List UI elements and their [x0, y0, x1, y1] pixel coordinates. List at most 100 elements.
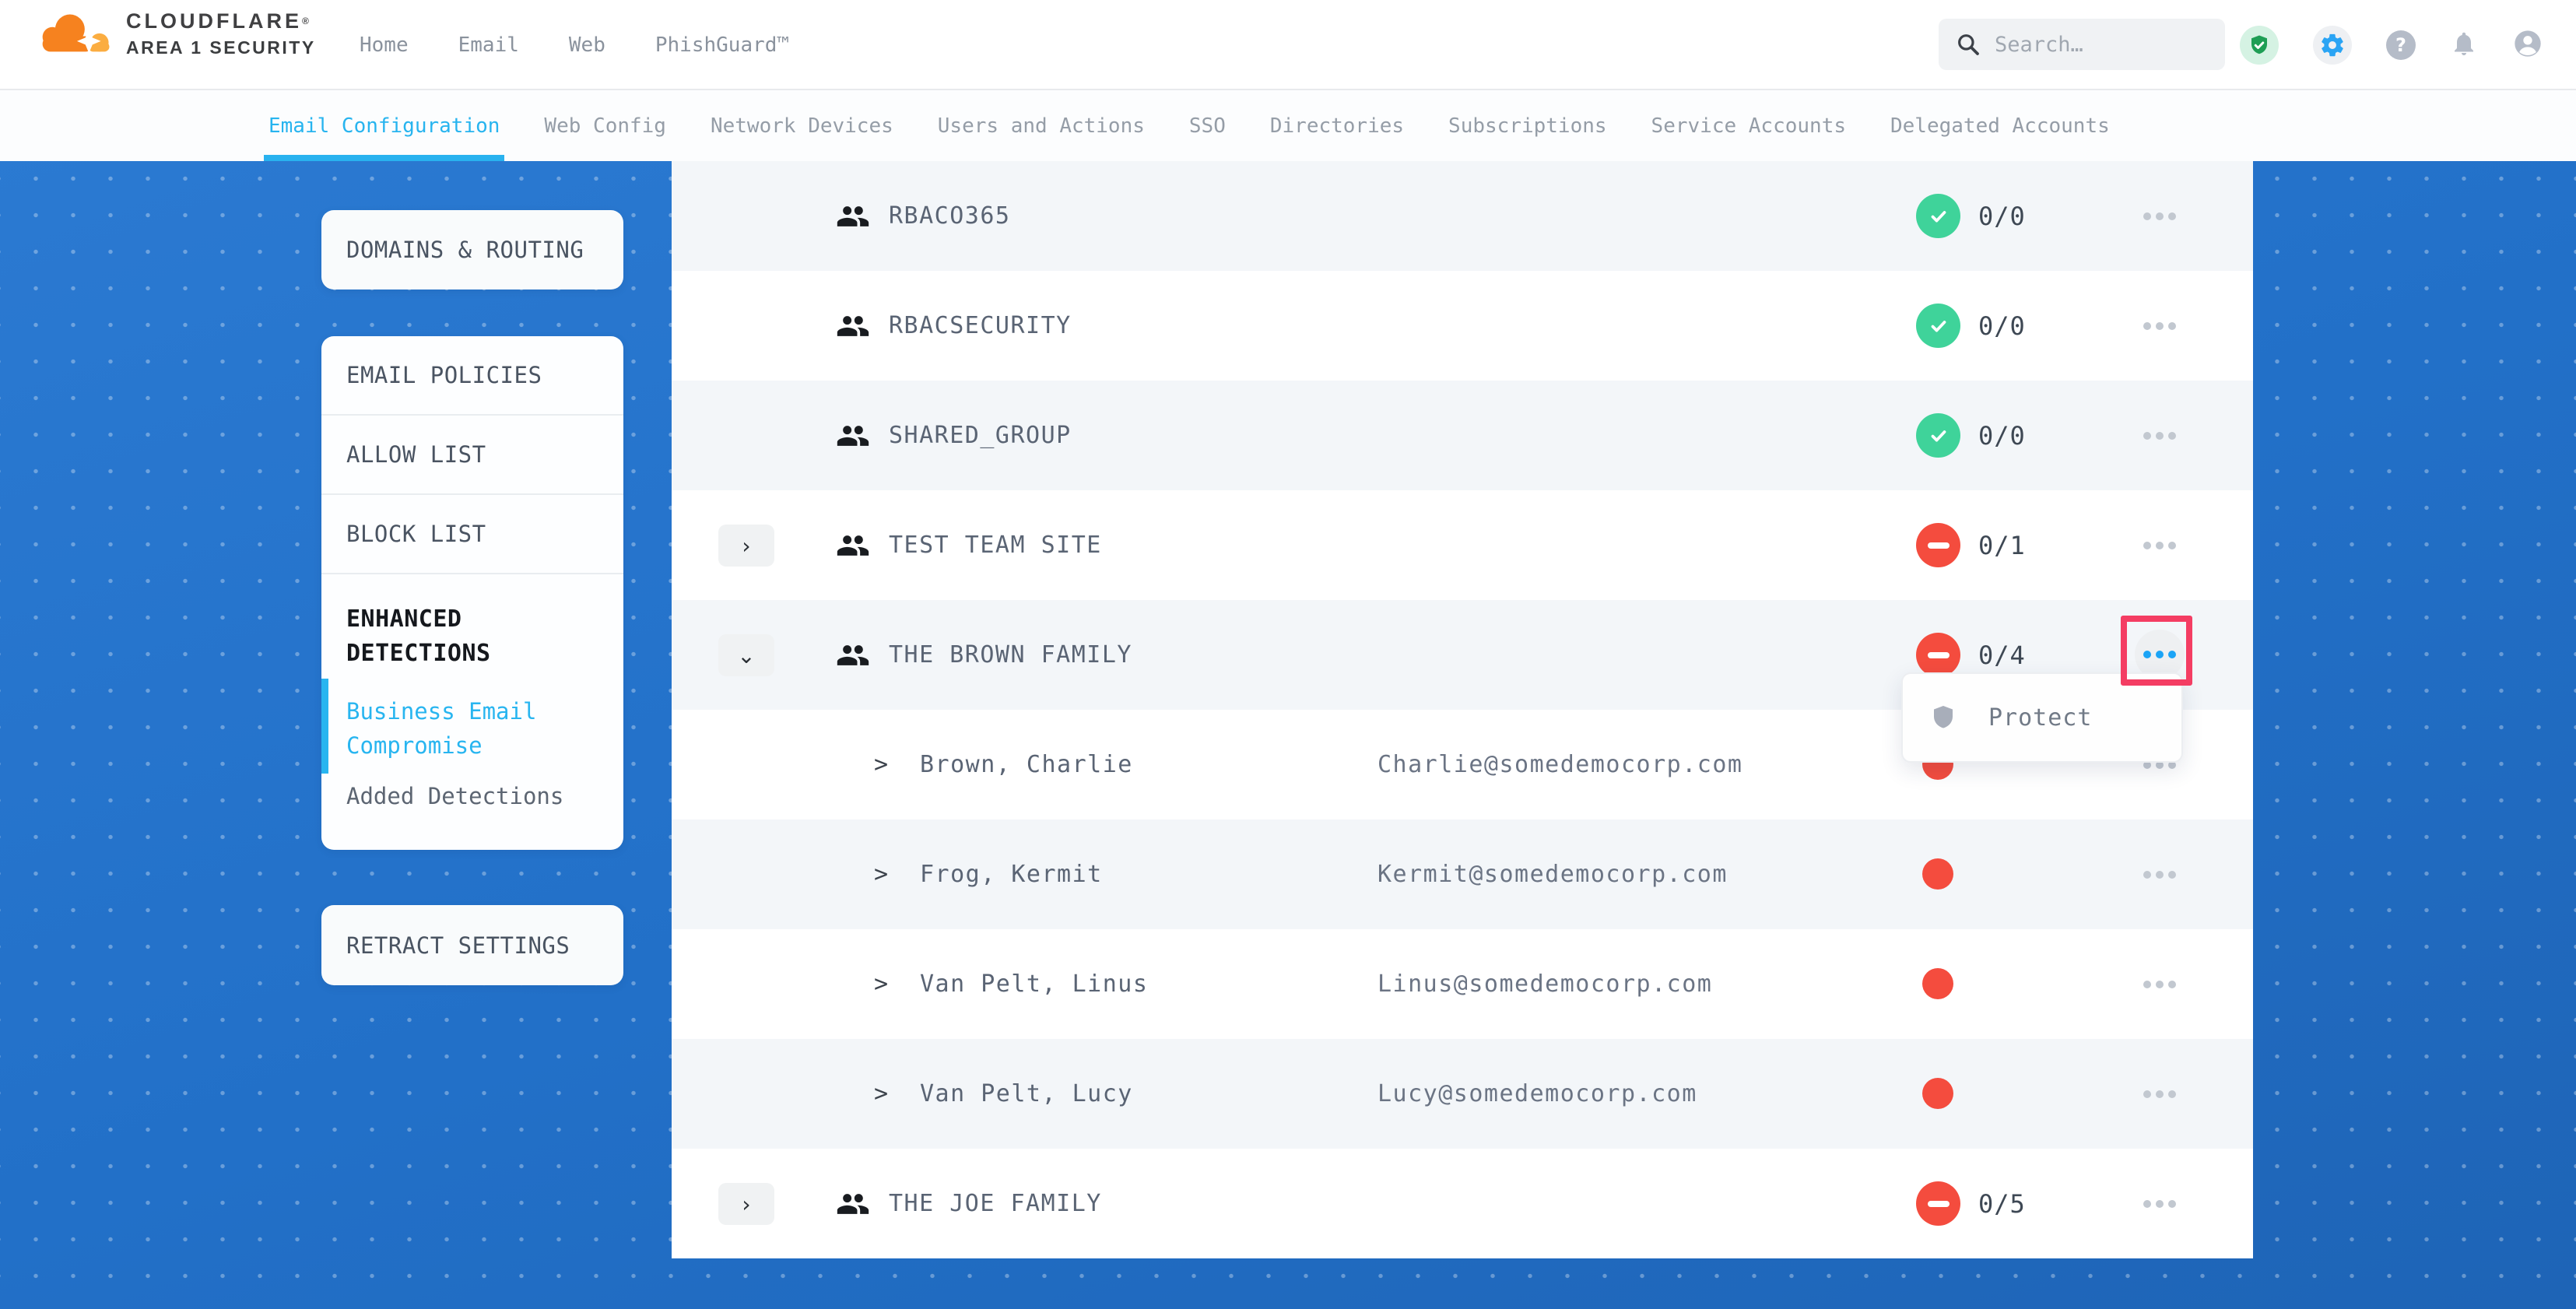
search-icon [1956, 32, 1981, 57]
context-menu-item-label[interactable]: Protect [1988, 704, 2092, 732]
bell-icon[interactable] [2450, 30, 2478, 61]
nav-item-email[interactable]: Email [458, 33, 519, 57]
tab-email-configuration[interactable]: Email Configuration [268, 90, 500, 161]
row-actions-menu-button[interactable] [2135, 819, 2185, 929]
member-chevron-icon: > [874, 1039, 888, 1149]
group-icon [836, 1187, 870, 1221]
row-actions-menu-button[interactable] [2135, 161, 2185, 271]
group-name: RBACSECURITY [889, 271, 1072, 381]
header-status-icons: ? [2240, 0, 2543, 90]
row-actions-menu-button[interactable] [2135, 929, 2185, 1039]
sidebar-item-domains-routing[interactable]: DOMAINS & ROUTING [321, 210, 623, 290]
status-blocked-icon [1916, 633, 1960, 677]
sidebar-section-enhanced-detections: ENHANCED DETECTIONS Business Email Compr… [321, 574, 623, 840]
table-row-test-team-site: › TEST TEAM SITE 0/1 [672, 490, 2253, 600]
member-name: Frog, Kermit [920, 819, 1103, 929]
group-name: THE JOE FAMILY [889, 1149, 1102, 1258]
group-icon [836, 419, 870, 453]
protection-count: 0/0 [1978, 381, 2026, 490]
expand-button[interactable]: › [718, 525, 774, 567]
context-menu-protect[interactable]: Protect [1901, 672, 2183, 763]
enhanced-detections-title: ENHANCED DETECTIONS [346, 602, 598, 671]
help-icon[interactable]: ? [2386, 30, 2416, 60]
protection-count: 0/5 [1978, 1149, 2026, 1258]
status-dot-icon [1922, 858, 1953, 890]
group-name: SHARED_GROUP [889, 381, 1072, 490]
protection-count: 0/0 [1978, 161, 2026, 271]
protection-count: 0/0 [1978, 271, 2026, 381]
row-actions-menu-button[interactable] [2135, 490, 2185, 600]
sidebar-item-email-policies[interactable]: EMAIL POLICIES [321, 336, 623, 416]
sidebar-card-domains-routing[interactable]: DOMAINS & ROUTING [321, 210, 623, 290]
registered-mark: ® [302, 16, 309, 26]
expand-button[interactable]: › [718, 1183, 774, 1225]
table-row-van-pelt-lucy: > Van Pelt, Lucy Lucy@somedemocorp.com [672, 1039, 2253, 1149]
member-chevron-icon: > [874, 929, 888, 1039]
search-box[interactable] [1939, 19, 2225, 70]
status-dot-icon [1922, 1078, 1953, 1109]
user-icon[interactable] [2512, 28, 2543, 62]
sidebar-item-business-email-compromise[interactable]: Business Email Compromise [346, 694, 598, 763]
app-header: CLOUDFLARE® AREA 1 SECURITY Home Email Web… [0, 0, 2576, 90]
sidebar-card-retract-settings[interactable]: RETRACT SETTINGS [321, 905, 623, 985]
sidebar-item-retract-settings[interactable]: RETRACT SETTINGS [321, 905, 623, 985]
table-row-rbaco365: RBACO3650/0 [672, 161, 2253, 271]
row-actions-menu-button[interactable] [2135, 381, 2185, 490]
status-blocked-icon [1916, 523, 1960, 567]
table-row-rbacsecurity: RBACSECURITY 0/0 [672, 271, 2253, 381]
member-email: Kermit@somedemocorp.com [1377, 819, 1728, 929]
group-icon [836, 309, 870, 343]
status-ok-icon [1916, 304, 1960, 348]
group-icon [836, 528, 870, 563]
group-icon [836, 638, 870, 672]
tab-network-devices[interactable]: Network Devices [711, 90, 893, 161]
tab-users-and-actions[interactable]: Users and Actions [938, 90, 1145, 161]
status-ok-icon [1916, 194, 1960, 238]
gear-icon[interactable] [2313, 26, 2352, 65]
member-name: Brown, Charlie [920, 710, 1133, 819]
table-row-van-pelt-linus: >Van Pelt, LinusLinus@somedemocorp.com [672, 929, 2253, 1039]
tab-delegated-accounts[interactable]: Delegated Accounts [1890, 90, 2110, 161]
row-actions-menu-button[interactable] [2135, 271, 2185, 381]
member-email: Lucy@somedemocorp.com [1377, 1039, 1697, 1149]
member-chevron-icon: > [874, 710, 888, 819]
row-actions-menu-button[interactable] [2135, 1149, 2185, 1258]
tab-web-config[interactable]: Web Config [544, 90, 666, 161]
sidebar-item-allow-list[interactable]: ALLOW LIST [321, 416, 623, 495]
member-email: Charlie@somedemocorp.com [1377, 710, 1742, 819]
tab-service-accounts[interactable]: Service Accounts [1651, 90, 1846, 161]
member-chevron-icon: > [874, 819, 888, 929]
nav-item-web[interactable]: Web [569, 33, 605, 57]
tab-sso[interactable]: SSO [1189, 90, 1226, 161]
status-dot-icon [1922, 968, 1953, 999]
primary-nav: Home Email Web PhishGuard™ [360, 0, 789, 90]
collapse-button[interactable]: ⌄ [718, 634, 774, 676]
tab-subscriptions[interactable]: Subscriptions [1448, 90, 1607, 161]
row-actions-menu-button[interactable] [2135, 1039, 2185, 1149]
active-item-indicator [321, 679, 328, 774]
table-row-the-joe-family: › THE JOE FAMILY 0/5 [672, 1149, 2253, 1258]
group-icon [836, 199, 870, 233]
sidebar-item-block-list[interactable]: BLOCK LIST [321, 495, 623, 574]
sidebar-card-policies: EMAIL POLICIESALLOW LISTBLOCK LIST ENHAN… [321, 336, 623, 850]
sidebar-policy-items: EMAIL POLICIESALLOW LISTBLOCK LIST [321, 336, 623, 574]
member-email: Linus@somedemocorp.com [1377, 929, 1712, 1039]
tab-directories[interactable]: Directories [1270, 90, 1404, 161]
table-row-shared-group: SHARED_GROUP 0/0 [672, 381, 2253, 490]
search-input[interactable] [1995, 33, 2208, 57]
group-name: THE BROWN FAMILY [889, 600, 1132, 710]
cloudflare-cloud-icon [33, 11, 120, 54]
brand-subtitle: AREA 1 SECURITY [126, 36, 316, 59]
shield-check-icon[interactable] [2240, 26, 2279, 65]
nav-item-phishguard-[interactable]: PhishGuard™ [655, 33, 789, 57]
group-name: TEST TEAM SITE [889, 490, 1102, 600]
shield-icon [1929, 702, 1957, 733]
cloudflare-logo: CLOUDFLARE® AREA 1 SECURITY [33, 6, 316, 59]
status-blocked-icon [1916, 1181, 1960, 1226]
section-tabbar: Email Configuration Web Config Network Dev… [0, 90, 2576, 161]
nav-item-home[interactable]: Home [360, 33, 409, 57]
table-row-frog-kermit: > Frog, Kermit Kermit@somedemocorp.com [672, 819, 2253, 929]
sidebar-item-added-detections[interactable]: Added Detections [346, 783, 598, 809]
protection-count: 0/1 [1978, 490, 2026, 600]
member-name: Van Pelt, Lucy [920, 1039, 1133, 1149]
